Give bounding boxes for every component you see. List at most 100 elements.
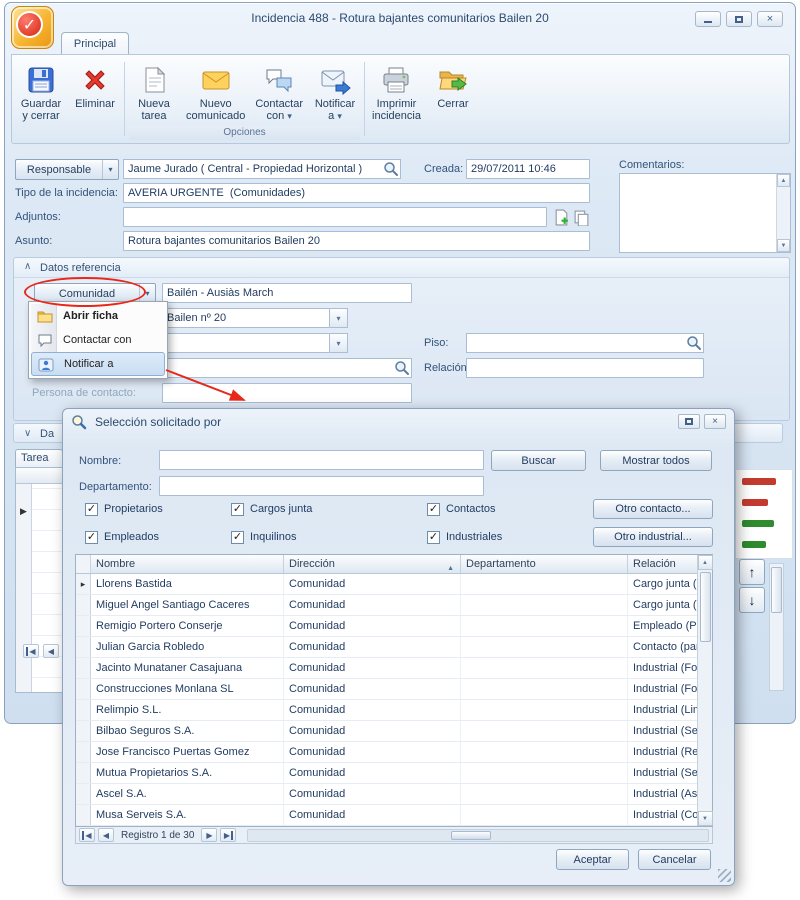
table-row[interactable]: Bilbao Seguros S.A.ComunidadIndustrial (… <box>76 721 699 742</box>
menu-item-notificar-a[interactable]: Notificar a <box>31 352 165 376</box>
creada-input[interactable] <box>466 159 590 179</box>
minimize-button[interactable] <box>695 11 721 27</box>
search-icon[interactable] <box>394 360 410 376</box>
checkbox-propietarios[interactable]: ✓ Propietarios <box>85 502 163 516</box>
cell-nombre: Jacinto Munataner Casajuana <box>91 658 284 678</box>
buscar-button[interactable]: Buscar <box>491 450 586 471</box>
scrollbar-thumb[interactable] <box>771 567 782 613</box>
table-row[interactable]: Ascel S.A.ComunidadIndustrial (Asc <box>76 784 699 805</box>
cell-direccion: Comunidad <box>284 721 461 741</box>
portal-input[interactable] <box>162 333 330 353</box>
guardar-y-cerrar-button[interactable]: Guardary cerrar <box>14 58 68 140</box>
add-attachment-icon[interactable] <box>553 209 570 226</box>
departamento-input[interactable] <box>159 476 484 496</box>
notificar-a-button[interactable]: Notificara ▾ <box>308 58 362 126</box>
responsable-selector[interactable]: Responsable ▾ <box>15 159 119 180</box>
first-record-button[interactable]: ◀ <box>23 644 39 658</box>
menu-item-abrir-ficha[interactable]: Abrir ficha <box>31 304 165 328</box>
menu-item-contactar-con[interactable]: Contactar con <box>31 328 165 352</box>
tab-principal[interactable]: Principal <box>61 32 129 55</box>
search-icon[interactable] <box>383 161 399 177</box>
expand-icon[interactable]: ∨ <box>24 428 31 439</box>
table-row[interactable]: Mutua Propietarios S.A.ComunidadIndustri… <box>76 763 699 784</box>
dialog-maximize-button[interactable] <box>678 414 700 429</box>
comentarios-input[interactable] <box>620 174 776 252</box>
cell-relacion: Industrial (Fon <box>628 658 699 678</box>
dropdown-arrow-icon[interactable]: ▾ <box>330 333 348 353</box>
eliminar-button[interactable]: Eliminar <box>68 58 122 140</box>
scroll-up-icon[interactable]: ▲ <box>698 555 713 570</box>
button-label: Eliminar <box>75 98 115 122</box>
cancelar-button[interactable]: Cancelar <box>638 849 711 870</box>
dialog-close-button[interactable]: × <box>704 414 726 429</box>
otro-contacto-button[interactable]: Otro contacto... <box>593 499 713 519</box>
header-nombre[interactable]: Nombre <box>91 555 284 573</box>
nombre-input[interactable] <box>159 450 484 470</box>
scrollbar-fragment[interactable] <box>769 563 784 691</box>
cell-nombre: Bilbao Seguros S.A. <box>91 721 284 741</box>
ribbon-group-label[interactable]: Opciones <box>129 126 360 140</box>
header-relacion[interactable]: Relación <box>628 555 699 573</box>
dropdown-arrow-icon[interactable]: ▾ <box>330 308 348 328</box>
table-row[interactable]: Jose Francisco Puertas GomezComunidadInd… <box>76 742 699 763</box>
collapse-icon[interactable]: ∧ <box>24 261 31 272</box>
nuevo-comunicado-button[interactable]: Nuevocomunicado <box>181 58 250 126</box>
direccion-input[interactable] <box>162 308 330 328</box>
piso-input[interactable] <box>466 333 704 353</box>
cell-direccion: Comunidad <box>284 679 461 699</box>
table-horizontal-scrollbar[interactable] <box>247 829 709 842</box>
scrollbar-thumb[interactable] <box>700 572 711 642</box>
header-direccion[interactable]: Dirección▲ <box>284 555 461 573</box>
table-row[interactable]: Musa Serveis S.A.ComunidadIndustrial (Co… <box>76 805 699 826</box>
comunidad-input[interactable] <box>162 283 412 303</box>
header-departamento[interactable]: Departamento <box>461 555 628 573</box>
checkbox-cargos-junta[interactable]: ✓ Cargos junta <box>231 502 312 516</box>
checkbox-empleados[interactable]: ✓ Empleados <box>85 530 159 544</box>
checkbox-contactos[interactable]: ✓ Contactos <box>427 502 496 516</box>
checkbox-industriales[interactable]: ✓ Industriales <box>427 530 502 544</box>
table-row[interactable]: Relimpio S.L.ComunidadIndustrial (Limp <box>76 700 699 721</box>
table-row[interactable]: Miguel Angel Santiago CaceresComunidadCa… <box>76 595 699 616</box>
cerrar-button[interactable]: Cerrar <box>426 58 480 140</box>
tab-tareas[interactable]: Tarea <box>15 449 63 467</box>
imprimir-incidencia-button[interactable]: Imprimirincidencia <box>367 58 426 140</box>
move-down-button[interactable]: ↓ <box>739 587 765 613</box>
table-row[interactable]: ▸Llorens BastidaComunidadCargo junta (P <box>76 574 699 595</box>
contactar-con-button[interactable]: Contactarcon ▾ <box>250 58 308 126</box>
adjuntos-input[interactable] <box>123 207 547 227</box>
table-row[interactable]: Construcciones Monlana SLComunidadIndust… <box>76 679 699 700</box>
next-record-button[interactable]: ▶ <box>201 828 217 842</box>
scroll-down-icon[interactable]: ▼ <box>777 239 790 252</box>
scrollbar-thumb[interactable] <box>451 831 491 840</box>
prev-record-button[interactable]: ◀ <box>43 644 59 658</box>
table-row[interactable]: Remigio Portero ConserjeComunidadEmplead… <box>76 616 699 637</box>
resize-grip[interactable] <box>718 869 731 882</box>
last-record-button[interactable]: ▶ <box>220 828 236 842</box>
table-vertical-scrollbar[interactable]: ▲ ▼ <box>697 555 712 826</box>
cell-nombre: Mutua Propietarios S.A. <box>91 763 284 783</box>
solicitado-input[interactable] <box>162 358 412 378</box>
move-up-button[interactable]: ↑ <box>739 559 765 585</box>
first-record-button[interactable]: ◀ <box>79 828 95 842</box>
table-row[interactable]: Julian Garcia RobledoComunidadContacto (… <box>76 637 699 658</box>
responsable-input[interactable] <box>123 159 401 179</box>
aceptar-button[interactable]: Aceptar <box>556 849 629 870</box>
nueva-tarea-button[interactable]: Nuevatarea <box>127 58 181 126</box>
search-icon[interactable] <box>686 335 702 351</box>
prev-record-button[interactable]: ◀ <box>98 828 114 842</box>
mostrar-todos-button[interactable]: Mostrar todos <box>600 450 712 471</box>
copy-icon[interactable] <box>573 209 590 226</box>
checkbox-inquilinos[interactable]: ✓ Inquilinos <box>231 530 296 544</box>
tipo-input[interactable] <box>123 183 590 203</box>
scroll-down-icon[interactable]: ▼ <box>698 811 713 826</box>
otro-industrial-button[interactable]: Otro industrial... <box>593 527 713 547</box>
comentarios-scrollbar[interactable]: ▲ ▼ <box>776 174 790 252</box>
persona-contacto-input[interactable] <box>162 383 412 403</box>
maximize-button[interactable] <box>726 11 752 27</box>
cell-direccion: Comunidad <box>284 574 461 594</box>
scroll-up-icon[interactable]: ▲ <box>777 174 790 187</box>
asunto-input[interactable] <box>123 231 590 251</box>
close-button[interactable]: × <box>757 11 783 27</box>
relacion-input[interactable] <box>466 358 704 378</box>
table-row[interactable]: Jacinto Munataner CasajuanaComunidadIndu… <box>76 658 699 679</box>
